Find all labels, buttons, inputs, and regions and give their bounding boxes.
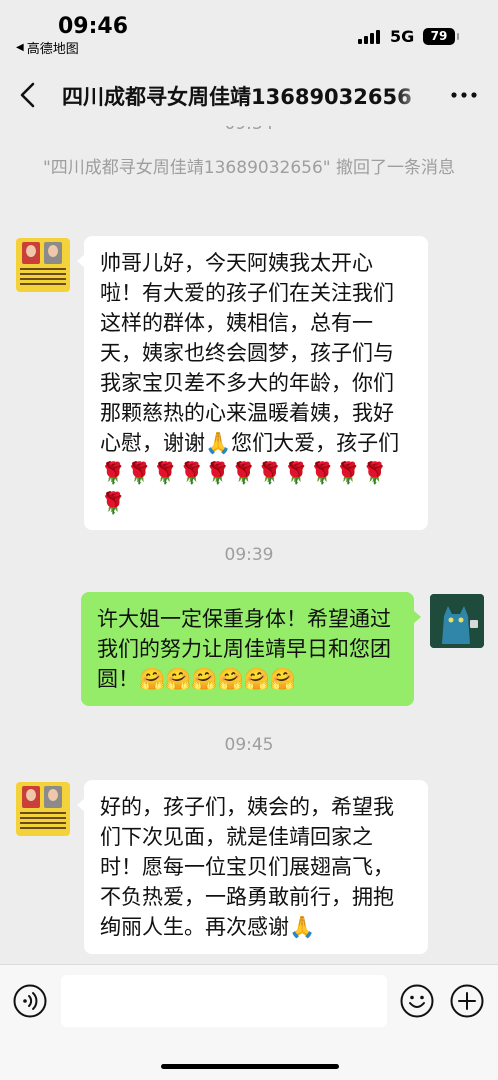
back-app-label: 高德地图 xyxy=(26,42,79,57)
back-triangle-icon: ◀ xyxy=(16,42,24,53)
back-button[interactable] xyxy=(14,78,44,112)
timestamp: 09:39 xyxy=(224,545,274,565)
status-bar: 09:46 ◀ 高德地图 5G 79 xyxy=(0,0,498,62)
input-bar xyxy=(0,964,498,1080)
network-type: 5G xyxy=(390,27,415,46)
recall-notice: "四川成都寻女周佳靖13689032656" 撤回了一条消息 xyxy=(42,158,456,178)
battery-icon: 79 xyxy=(423,28,459,45)
chat-header: 四川成都寻女周佳靖13689032656 xyxy=(0,64,498,126)
timestamp: 09:45 xyxy=(224,735,274,755)
self-avatar[interactable] xyxy=(430,594,484,648)
status-time: 09:46 xyxy=(58,14,129,39)
plus-icon xyxy=(450,984,484,1018)
contact-avatar[interactable] xyxy=(16,782,70,836)
cat-icon xyxy=(430,594,484,648)
message-input[interactable] xyxy=(61,975,387,1027)
emoji-icon xyxy=(400,984,434,1018)
voice-button[interactable] xyxy=(13,984,47,1018)
voice-icon xyxy=(13,984,47,1018)
message-bubble-incoming[interactable]: 帅哥儿好，今天阿姨我太开心啦！有大爱的孩子们在关注我们这样的群体，姨相信，总有一… xyxy=(77,236,428,530)
more-button[interactable] xyxy=(446,82,482,108)
message-bubble-incoming[interactable]: 好的，孩子们，姨会的，希望我们下次见面，就是佳靖回家之时！愿每一位宝贝们展翅高飞… xyxy=(77,780,428,954)
message-bubble-outgoing[interactable]: 许大姐一定保重身体！希望通过我们的努力让周佳靖早日和您团圆！🤗🤗🤗🤗🤗🤗 xyxy=(81,592,421,706)
signal-icon xyxy=(358,30,380,44)
timestamp: 09:34 xyxy=(0,126,498,134)
home-indicator[interactable] xyxy=(161,1064,339,1069)
contact-avatar[interactable] xyxy=(16,238,70,292)
chevron-left-icon xyxy=(20,82,35,108)
more-functions-button[interactable] xyxy=(450,984,484,1018)
emoji-button[interactable] xyxy=(400,984,434,1018)
back-to-app-link[interactable]: ◀ 高德地图 xyxy=(16,38,79,57)
more-dots-icon xyxy=(451,92,477,98)
chat-title: 四川成都寻女周佳靖13689032656 xyxy=(62,85,412,109)
message-list[interactable]: 09:34 "四川成都寻女周佳靖13689032656" 撤回了一条消息 帅哥儿… xyxy=(0,126,498,964)
